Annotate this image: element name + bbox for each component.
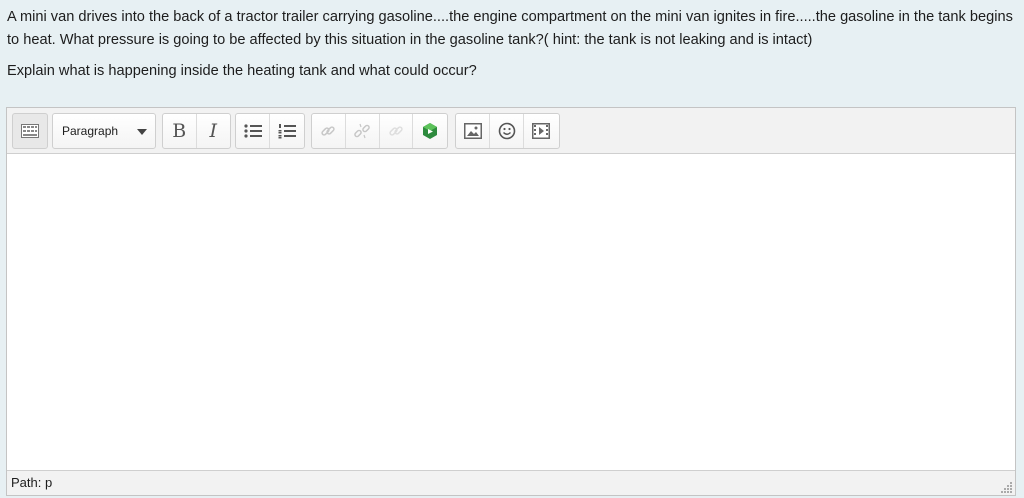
emoticon-button[interactable] xyxy=(490,114,524,148)
bulleted-list-icon xyxy=(243,124,262,138)
numbered-list-icon xyxy=(278,124,296,139)
numbered-list-button[interactable] xyxy=(270,114,304,148)
toolbar-group-links xyxy=(311,113,448,149)
toolbar-group-insert xyxy=(455,113,560,149)
link-icon xyxy=(321,126,336,136)
unlink-icon xyxy=(354,123,370,139)
bulleted-list-button[interactable] xyxy=(236,114,270,148)
question-prompt: A mini van drives into the back of a tra… xyxy=(7,9,1013,48)
toolbar-toggle-icon xyxy=(21,124,39,138)
question-text: A mini van drives into the back of a tra… xyxy=(7,6,1017,83)
question-instruction: Explain what is happening inside the hea… xyxy=(7,63,477,79)
bold-button[interactable]: B xyxy=(163,114,197,148)
toolbar-group-text-style: B I xyxy=(162,113,231,149)
emoticon-icon xyxy=(498,122,515,140)
rich-text-editor: Paragraph B I Path: p xyxy=(6,107,1016,496)
image-icon xyxy=(463,123,482,139)
editor-toolbar: Paragraph B I xyxy=(7,108,1015,154)
format-select-value: Paragraph xyxy=(62,124,119,138)
unlink-button[interactable] xyxy=(346,114,380,148)
toolbar-group-lists xyxy=(235,113,305,149)
chevron-down-icon xyxy=(137,129,147,135)
media-button[interactable] xyxy=(413,114,447,148)
video-icon xyxy=(532,123,550,139)
format-select[interactable]: Paragraph xyxy=(52,113,156,149)
media-icon xyxy=(423,123,438,139)
italic-label: I xyxy=(209,120,217,142)
image-button[interactable] xyxy=(456,114,490,148)
italic-button[interactable]: I xyxy=(197,114,231,148)
bold-label: B xyxy=(172,120,187,142)
anchor-button[interactable] xyxy=(380,114,414,148)
editor-content-area[interactable] xyxy=(7,154,1015,470)
element-path: Path: p xyxy=(11,475,53,490)
resize-handle-icon[interactable] xyxy=(999,479,1013,493)
editor-statusbar: Path: p xyxy=(7,470,1015,495)
toolbar-group-toggle xyxy=(12,113,48,149)
toolbar-toggle-button[interactable] xyxy=(13,114,47,148)
video-button[interactable] xyxy=(524,114,558,148)
link-button[interactable] xyxy=(312,114,346,148)
anchor-icon xyxy=(389,126,403,136)
